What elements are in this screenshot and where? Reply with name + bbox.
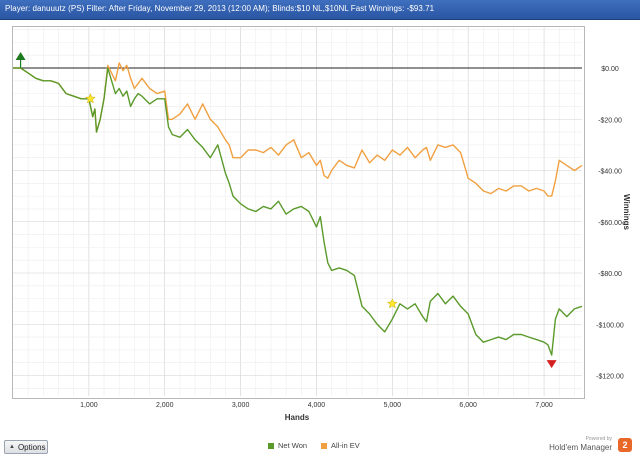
legend-label-allin-ev: All-in EV bbox=[331, 441, 360, 450]
options-label: Options bbox=[17, 442, 46, 452]
brand-logo: Powered by Hold'em Manager 2 bbox=[549, 436, 634, 456]
caret-up-icon: ▲ bbox=[9, 444, 15, 450]
brand-name: Hold'em Manager bbox=[549, 443, 612, 452]
legend-label-net-won: Net Won bbox=[278, 441, 308, 450]
star-marker-icon bbox=[84, 93, 96, 104]
min-marker-icon bbox=[546, 360, 557, 369]
series-line-net-won bbox=[13, 67, 583, 356]
winnings-chart: 1,000 2,000 3,000 4,000 5,000 6,000 7,000 $0.0… bbox=[13, 27, 631, 422]
series-line-allin-ev bbox=[13, 62, 583, 197]
hm2-logo-icon: 2 bbox=[618, 438, 632, 452]
x-tick-label: 6,000 bbox=[459, 402, 477, 409]
max-marker-icon bbox=[15, 52, 26, 60]
net-won-swatch bbox=[268, 442, 274, 449]
x-tick-label: 4,000 bbox=[308, 402, 326, 409]
options-button[interactable]: ▲ Options bbox=[4, 440, 48, 454]
legend: Net Won All-in EV bbox=[268, 441, 360, 450]
y-tick-label: -$40.00 bbox=[598, 169, 622, 176]
x-axis-label: Hands bbox=[285, 413, 310, 422]
y-tick-label: -$120.00 bbox=[596, 374, 624, 381]
y-tick-label: -$20.00 bbox=[598, 117, 622, 124]
legend-item-allin-ev[interactable]: All-in EV bbox=[321, 441, 360, 450]
grid bbox=[13, 27, 582, 396]
allin-ev-swatch bbox=[321, 442, 328, 449]
y-tick-label: -$60.00 bbox=[598, 220, 622, 227]
x-tick-label: 5,000 bbox=[384, 402, 402, 409]
x-tick-label: 2,000 bbox=[156, 402, 174, 409]
y-tick-label: $0.00 bbox=[601, 66, 619, 73]
legend-item-net-won[interactable]: Net Won bbox=[268, 441, 307, 450]
y-tick-labels: $0.00 -$20.00 -$40.00 -$60.00 -$80.00 -$100.0… bbox=[596, 66, 624, 381]
y-tick-label: -$80.00 bbox=[598, 271, 622, 278]
powered-by-text: Powered by bbox=[585, 436, 612, 442]
x-tick-labels: 1,000 2,000 3,000 4,000 5,000 6,000 7,000 bbox=[80, 402, 553, 409]
y-axis-label: Winnings bbox=[622, 194, 631, 230]
x-tick-label: 1,000 bbox=[80, 402, 98, 409]
y-tick-label: -$100.00 bbox=[596, 322, 624, 329]
x-tick-label: 7,000 bbox=[535, 402, 553, 409]
x-tick-label: 3,000 bbox=[232, 402, 250, 409]
